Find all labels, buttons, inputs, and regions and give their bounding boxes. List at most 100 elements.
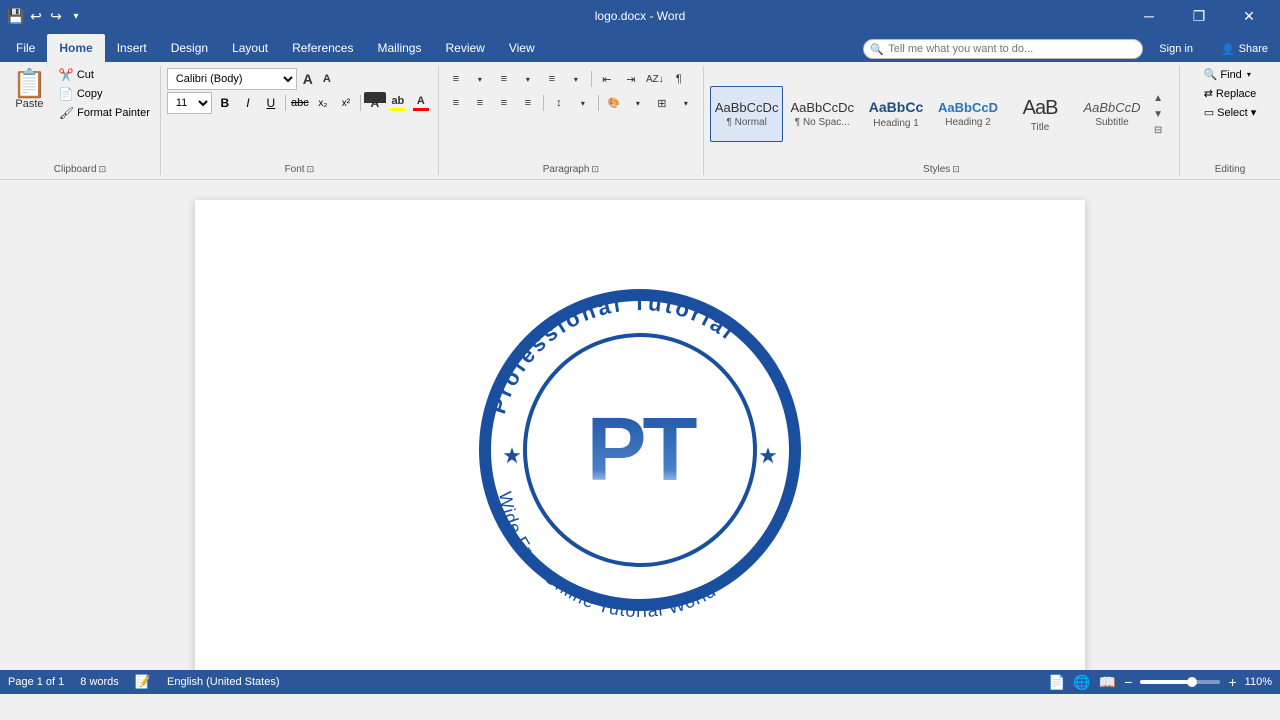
proofing-icon[interactable]: 📝 xyxy=(135,674,151,690)
print-layout-view-button[interactable]: 📄 xyxy=(1048,674,1065,691)
zoom-level[interactable]: 110% xyxy=(1245,676,1272,688)
line-spacing-button[interactable]: ↕ xyxy=(548,92,570,114)
styles-more[interactable]: ⊟ xyxy=(1151,122,1165,138)
restore-button[interactable]: ❐ xyxy=(1176,0,1222,32)
multilevel-dropdown[interactable]: ▾ xyxy=(565,68,587,90)
bold-button[interactable]: B xyxy=(214,92,236,114)
tab-design[interactable]: Design xyxy=(159,34,220,62)
editing-group: 🔍 Find ▾ ⇄ Replace ▭ Select ▾ Editing xyxy=(1180,66,1280,175)
web-layout-view-button[interactable]: 🌐 xyxy=(1073,674,1090,691)
font-face-select[interactable]: Calibri (Body) xyxy=(167,68,297,90)
numbering-button[interactable]: ≡ xyxy=(493,68,515,90)
paragraph-label[interactable]: Paragraph ⊡ xyxy=(543,164,599,175)
undo-icon[interactable]: ↩ xyxy=(28,8,44,24)
bullets-button[interactable]: ≡ xyxy=(445,68,467,90)
tab-file[interactable]: File xyxy=(4,34,47,62)
share-icon: 👤 xyxy=(1221,43,1235,56)
save-icon[interactable]: 💾 xyxy=(8,8,24,24)
font-color-button[interactable]: A xyxy=(410,92,432,114)
font-label[interactable]: Font ⊡ xyxy=(285,164,315,175)
superscript-button[interactable]: x² xyxy=(335,92,357,114)
search-icon: 🔍 xyxy=(870,43,884,56)
justify-button[interactable]: ≡ xyxy=(517,92,539,114)
window-controls: ─ ❐ ✕ xyxy=(1126,0,1272,32)
increase-indent-button[interactable]: ⇥ xyxy=(620,68,642,90)
format-painter-button[interactable]: 🖌 Format Painter xyxy=(55,104,154,122)
zoom-slider[interactable] xyxy=(1140,680,1220,684)
italic-button[interactable]: I xyxy=(237,92,259,114)
multilevel-button[interactable]: ≡ xyxy=(541,68,563,90)
customize-qat-icon[interactable]: ▾ xyxy=(68,8,84,24)
borders-button[interactable]: ⊞ xyxy=(651,92,673,114)
minimize-button[interactable]: ─ xyxy=(1126,0,1172,32)
style-heading2[interactable]: AaBbCcD Heading 2 xyxy=(933,86,1003,142)
style-subtitle[interactable]: AaBbCcD Subtitle xyxy=(1077,86,1147,142)
align-center-button[interactable]: ≡ xyxy=(469,92,491,114)
replace-icon: ⇄ xyxy=(1204,87,1213,100)
shading-dropdown[interactable]: ▾ xyxy=(627,92,649,114)
styles-group: AaBbCcDc ¶ Normal AaBbCcDc ¶ No Spac... … xyxy=(704,66,1180,175)
find-icon: 🔍 xyxy=(1204,68,1218,81)
read-mode-button[interactable]: 📖 xyxy=(1099,674,1116,691)
paste-label: Paste xyxy=(15,98,43,110)
sort-button[interactable]: AZ↓ xyxy=(644,68,666,90)
styles-scroll-down[interactable]: ▼ xyxy=(1151,106,1165,122)
line-spacing-dropdown[interactable]: ▾ xyxy=(572,92,594,114)
paste-button[interactable]: 📋 Paste xyxy=(6,66,53,162)
tab-home[interactable]: Home xyxy=(47,34,104,62)
borders-dropdown[interactable]: ▾ xyxy=(675,92,697,114)
find-button[interactable]: 🔍 Find ▾ xyxy=(1200,66,1255,83)
redo-icon[interactable]: ↪ xyxy=(48,8,64,24)
underline-button[interactable]: U xyxy=(260,92,282,114)
styles-scroll: ▲ ▼ ⊟ xyxy=(1151,90,1165,138)
language[interactable]: English (United States) xyxy=(167,676,280,688)
clipboard-label[interactable]: Clipboard ⊡ xyxy=(54,164,106,175)
align-right-button[interactable]: ≡ xyxy=(493,92,515,114)
styles-scroll-up[interactable]: ▲ xyxy=(1151,90,1165,106)
close-button[interactable]: ✕ xyxy=(1226,0,1272,32)
styles-gallery: AaBbCcDc ¶ Normal AaBbCcDc ¶ No Spac... … xyxy=(710,86,1147,142)
shading-button[interactable]: 🎨 xyxy=(603,92,625,114)
cut-button[interactable]: ✂️ Cut xyxy=(55,66,154,84)
decrease-font-size-button[interactable]: A xyxy=(318,70,336,88)
bullets-dropdown[interactable]: ▾ xyxy=(469,68,491,90)
numbering-dropdown[interactable]: ▾ xyxy=(517,68,539,90)
show-formatting-button[interactable]: ¶ xyxy=(668,68,690,90)
increase-font-size-button[interactable]: A xyxy=(299,70,317,88)
zoom-out-button[interactable]: − xyxy=(1124,674,1132,690)
align-left-button[interactable]: ≡ xyxy=(445,92,467,114)
tab-insert[interactable]: Insert xyxy=(105,34,159,62)
tellme-input[interactable] xyxy=(863,39,1143,59)
tab-mailings[interactable]: Mailings xyxy=(365,34,433,62)
style-title[interactable]: AaB Title xyxy=(1005,86,1075,142)
document-area: ★ ★ Professional Tutorial xyxy=(0,180,1280,670)
font-format-row: B I U abc x₂ x² A ab xyxy=(214,92,432,114)
highlight-color-button[interactable]: ab xyxy=(387,92,409,114)
svg-text:PT: PT xyxy=(586,400,697,500)
tab-view[interactable]: View xyxy=(497,34,547,62)
font-group: Calibri (Body) A A 11 B I U xyxy=(161,66,439,175)
copy-button[interactable]: 📄 Copy xyxy=(55,85,154,103)
decrease-indent-button[interactable]: ⇤ xyxy=(596,68,618,90)
logo-container: ★ ★ Professional Tutorial xyxy=(450,260,830,640)
replace-button[interactable]: ⇄ Replace xyxy=(1200,85,1261,102)
font-size-select[interactable]: 11 xyxy=(167,92,212,114)
text-effects-button[interactable]: A xyxy=(364,92,386,114)
subscript-button[interactable]: x₂ xyxy=(312,92,334,114)
styles-label[interactable]: Styles ⊡ xyxy=(923,164,960,175)
style-no-spacing[interactable]: AaBbCcDc ¶ No Spac... xyxy=(785,86,859,142)
style-heading1[interactable]: AaBbCc Heading 1 xyxy=(861,86,931,142)
editing-label[interactable]: Editing xyxy=(1215,164,1246,175)
title-bar: 💾 ↩ ↪ ▾ logo.docx - Word ─ ❐ ✕ xyxy=(0,0,1280,32)
ribbon: 📋 Paste ✂️ Cut 📄 Copy 🖌 Format Painter xyxy=(0,62,1280,180)
share-button[interactable]: 👤 Share xyxy=(1209,38,1280,60)
signin-button[interactable]: Sign in xyxy=(1147,38,1205,60)
tab-layout[interactable]: Layout xyxy=(220,34,280,62)
tab-references[interactable]: References xyxy=(280,34,365,62)
tab-review[interactable]: Review xyxy=(433,34,496,62)
style-normal[interactable]: AaBbCcDc ¶ Normal xyxy=(710,86,784,142)
font-dialog-icon: ⊡ xyxy=(307,164,315,175)
select-button[interactable]: ▭ Select ▾ xyxy=(1200,104,1261,121)
strikethrough-button[interactable]: abc xyxy=(289,92,311,114)
zoom-in-button[interactable]: + xyxy=(1228,674,1236,690)
